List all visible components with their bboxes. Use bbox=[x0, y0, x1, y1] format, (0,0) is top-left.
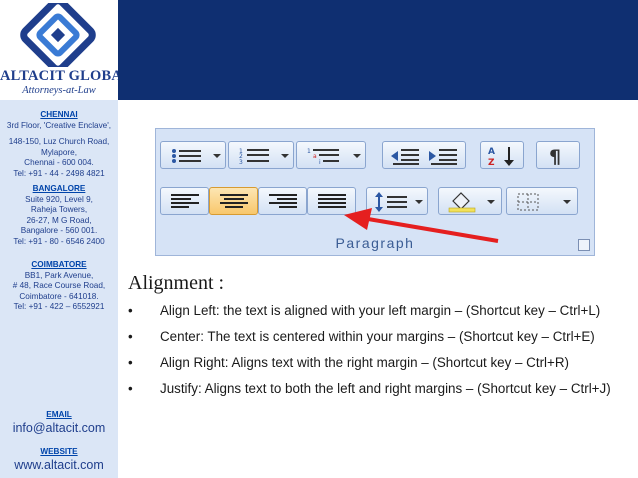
svg-text:a: a bbox=[313, 153, 317, 160]
red-arrow-icon bbox=[344, 208, 499, 243]
brand-tagline: Attorneys-at-Law bbox=[22, 85, 96, 96]
office-city: BANGALORE bbox=[32, 184, 86, 193]
increase-indent-icon bbox=[429, 149, 457, 165]
bullets-icon bbox=[172, 149, 201, 163]
list-item: • Justify: Aligns text to both the left a… bbox=[120, 379, 620, 399]
align-right-icon bbox=[268, 194, 297, 208]
office-line: Raheja Towers, bbox=[30, 205, 88, 215]
bullet-icon: • bbox=[128, 329, 133, 344]
svg-text:1: 1 bbox=[307, 148, 311, 155]
center-button[interactable] bbox=[209, 187, 258, 215]
show-formatting-button[interactable]: ¶ bbox=[536, 141, 580, 169]
list-item: • Align Right: Aligns text with the right… bbox=[120, 353, 620, 373]
svg-text:A: A bbox=[488, 147, 495, 157]
chevron-down-icon bbox=[487, 200, 495, 204]
office-line: 26-27, M G Road, bbox=[26, 215, 92, 225]
show-formatting-icon: ¶ bbox=[549, 146, 561, 166]
office-line: Coimbatore - 641018. bbox=[19, 291, 99, 301]
sidebar: ALTACIT GLOBAL Attorneys-at-Law CHENNAI … bbox=[0, 0, 132, 478]
align-right-button[interactable] bbox=[258, 187, 307, 215]
office-line: Chennai - 600 004. bbox=[24, 158, 94, 168]
slide-title: Alignment : bbox=[128, 272, 225, 294]
office-city: CHENNAI bbox=[40, 110, 78, 119]
brand-name: ALTACIT GLOBAL bbox=[0, 68, 132, 84]
office-city: COIMBATORE bbox=[31, 260, 87, 269]
chevron-down-icon bbox=[281, 154, 289, 158]
contact-email: EMAIL info@altacit.com bbox=[0, 410, 118, 435]
sort-button[interactable]: A Z bbox=[480, 141, 524, 169]
borders-button[interactable] bbox=[506, 187, 578, 215]
bullet-text: Justify: Aligns text to both the left an… bbox=[160, 381, 611, 396]
office-line: BB1, Park Avenue, bbox=[24, 270, 94, 280]
list-item: • Center: The text is centered within you… bbox=[120, 327, 620, 347]
chevron-down-icon bbox=[353, 154, 361, 158]
numbering-icon: 1 2 3 bbox=[239, 148, 269, 165]
office-line: Tel: +91 - 422 – 6552921 bbox=[13, 302, 105, 312]
office-line: Bangalore - 560 001. bbox=[20, 226, 98, 236]
website-link[interactable]: www.altacit.com bbox=[0, 458, 118, 472]
list-item: • Align Left: the text is aligned with yo… bbox=[120, 301, 620, 321]
bullet-text: Align Left: the text is aligned with you… bbox=[160, 303, 601, 318]
header-band bbox=[118, 0, 638, 100]
bullet-text: Align Right: Aligns text with the right … bbox=[160, 355, 569, 370]
email-link[interactable]: info@altacit.com bbox=[0, 421, 118, 435]
office-line: # 48, Race Course Road, bbox=[12, 281, 106, 291]
multilevel-list-icon: 1 a i bbox=[307, 148, 339, 165]
office-line: Tel: +91 - 80 - 6546 2400 bbox=[13, 236, 105, 246]
chevron-down-icon bbox=[415, 200, 423, 204]
logo: ALTACIT GLOBAL Attorneys-at-Law bbox=[0, 0, 132, 100]
svg-text:¶: ¶ bbox=[549, 146, 561, 166]
office-chennai: CHENNAI 3rd Floor, 'Creative Enclave', 1… bbox=[0, 110, 118, 180]
bullet-icon: • bbox=[128, 381, 133, 396]
decrease-indent-icon bbox=[391, 149, 419, 165]
office-line: Suite 920, Level 9, bbox=[25, 194, 93, 204]
align-left-button[interactable] bbox=[160, 187, 209, 215]
svg-text:Z: Z bbox=[488, 158, 495, 167]
svg-text:3: 3 bbox=[239, 159, 243, 165]
bullet-icon: • bbox=[128, 355, 133, 370]
altacit-logo-icon bbox=[20, 3, 96, 67]
svg-text:i: i bbox=[319, 159, 321, 165]
indent-buttons[interactable] bbox=[382, 141, 466, 169]
office-line: 3rd Floor, 'Creative Enclave', bbox=[6, 120, 112, 130]
bullet-list: • Align Left: the text is aligned with yo… bbox=[120, 301, 620, 405]
office-coimbatore: COIMBATORE BB1, Park Avenue, # 48, Race … bbox=[0, 260, 118, 313]
multilevel-list-button[interactable]: 1 a i bbox=[296, 141, 366, 169]
office-line: 148-150, Luz Church Road, bbox=[8, 137, 110, 147]
email-label: EMAIL bbox=[46, 410, 72, 419]
center-icon bbox=[219, 194, 248, 208]
bullets-button[interactable] bbox=[160, 141, 226, 169]
chevron-down-icon bbox=[213, 154, 221, 158]
bullet-icon: • bbox=[128, 303, 133, 318]
dialog-launcher-icon[interactable] bbox=[578, 239, 590, 251]
contact-website: WEBSITE www.altacit.com bbox=[0, 447, 118, 472]
header-divider bbox=[118, 100, 638, 103]
sort-icon: A Z bbox=[488, 147, 514, 167]
bullet-text: Center: The text is centered within your… bbox=[160, 329, 595, 344]
chevron-down-icon bbox=[563, 200, 571, 204]
office-line: Tel: +91 - 44 - 2498 4821 bbox=[13, 168, 105, 178]
align-left-icon bbox=[170, 194, 199, 208]
website-label: WEBSITE bbox=[40, 447, 78, 456]
borders-icon bbox=[517, 193, 539, 211]
office-line: Mylapore, bbox=[41, 147, 77, 157]
numbering-button[interactable]: 1 2 3 bbox=[228, 141, 294, 169]
office-bangalore: BANGALORE Suite 920, Level 9, Raheja Tow… bbox=[0, 184, 118, 248]
